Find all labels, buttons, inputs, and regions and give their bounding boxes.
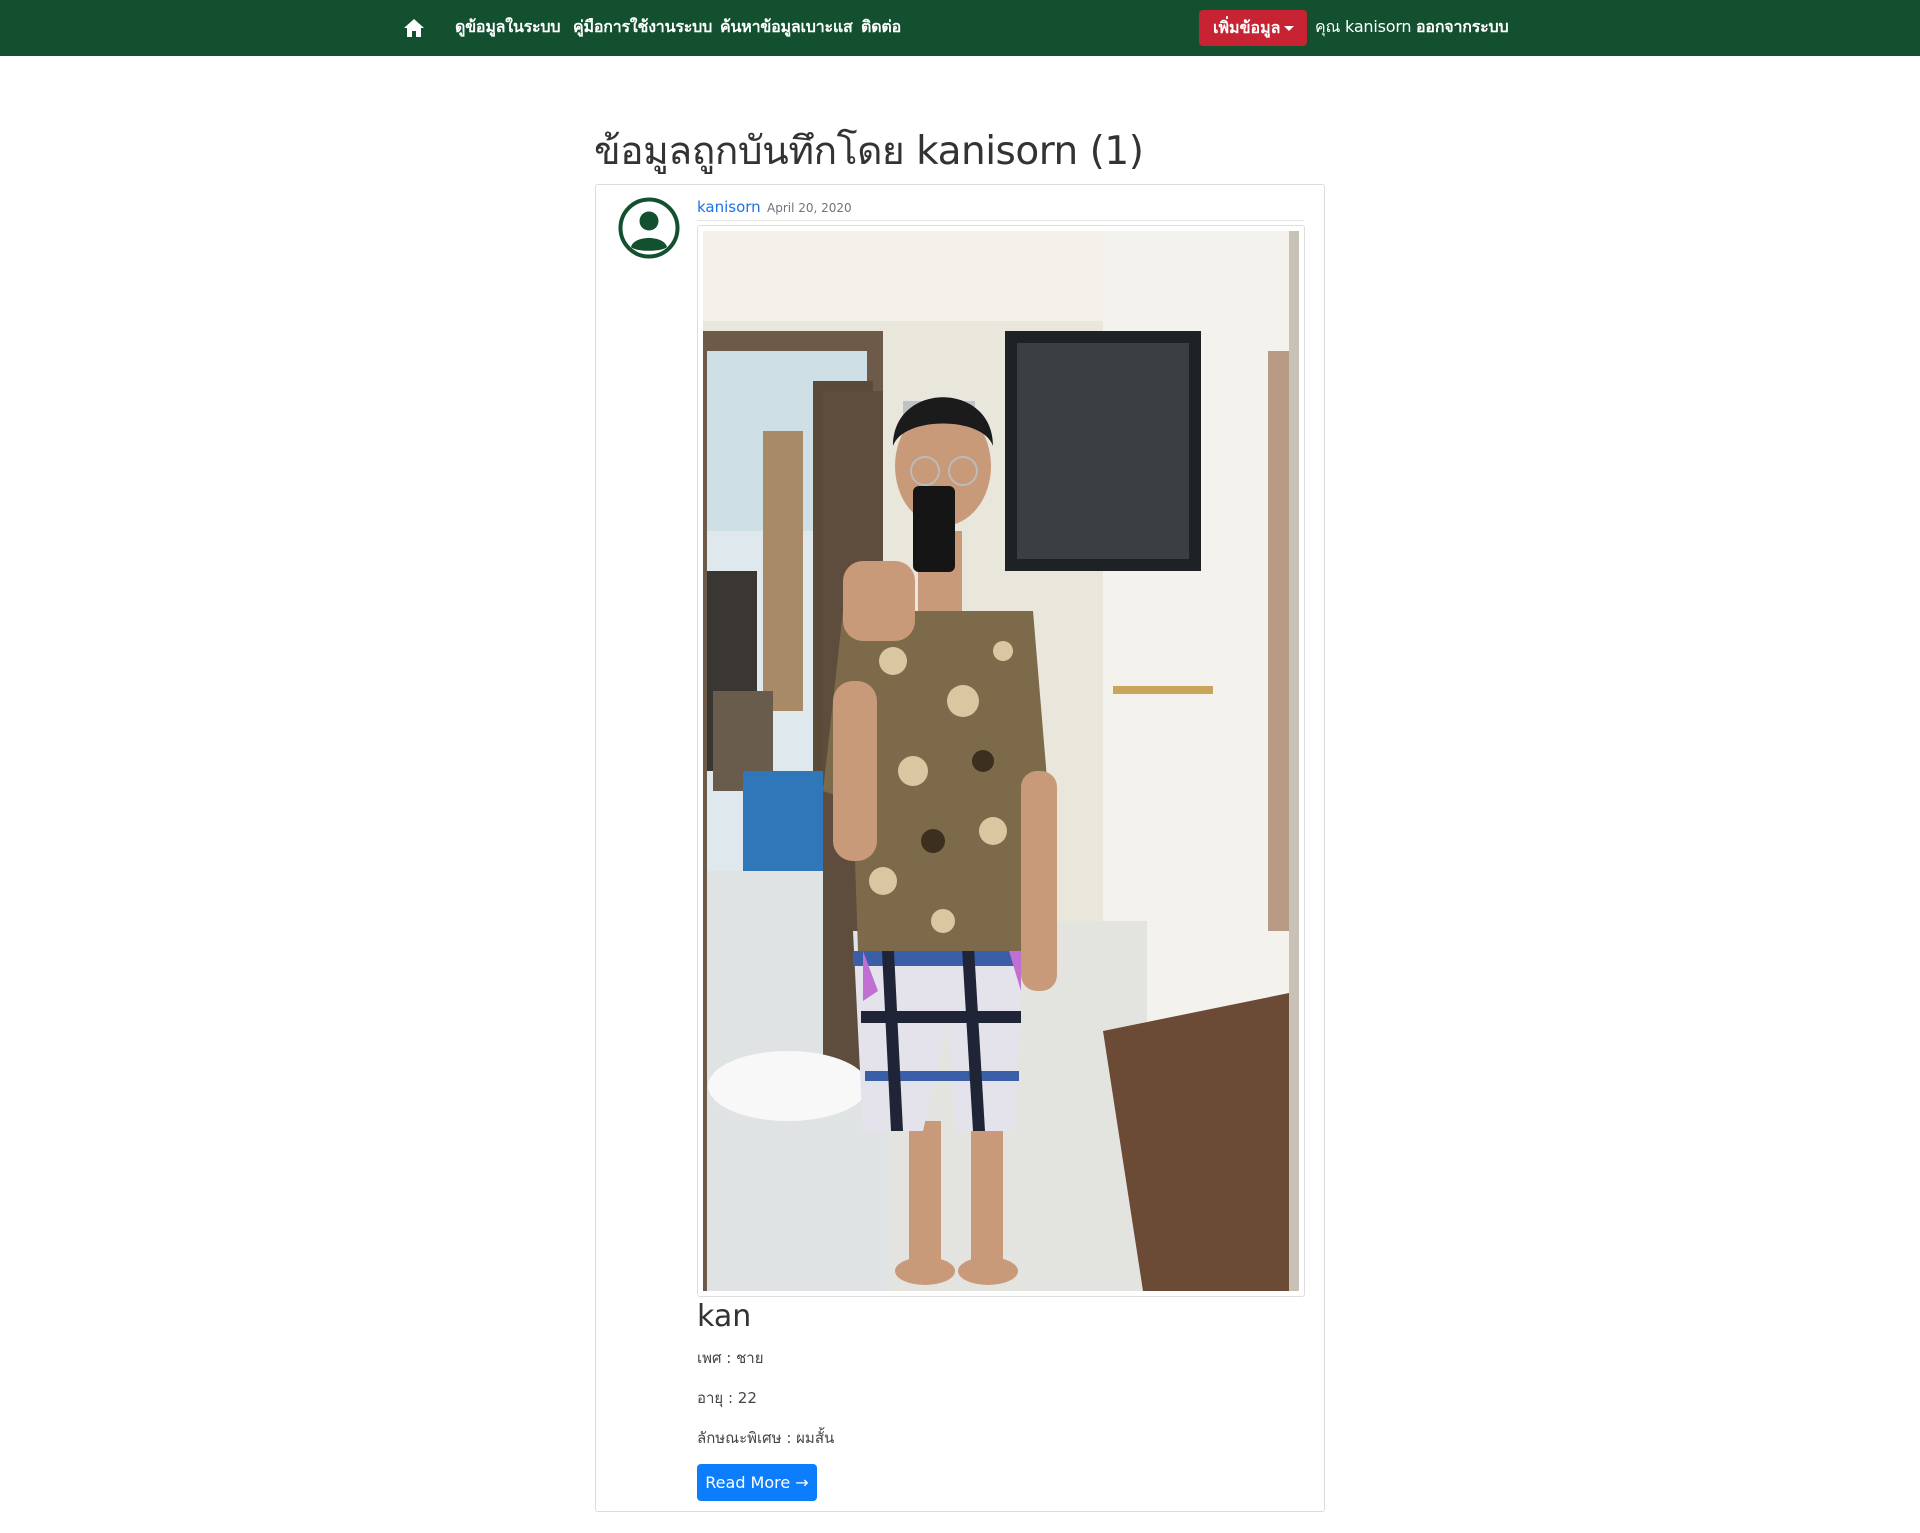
caret-down-icon bbox=[1284, 26, 1294, 31]
nav-search-clues[interactable]: ค้นหาข้อมูลเบาะแส bbox=[720, 15, 853, 40]
user-circle-icon bbox=[618, 197, 680, 259]
nav-logout[interactable]: ออกจากระบบ bbox=[1416, 15, 1509, 40]
gender-text: เพศ : ชาย bbox=[697, 1349, 764, 1367]
page-title: ข้อมูลถูกบันทึกโดย kanisorn (1) bbox=[594, 129, 1144, 174]
person-name: kan bbox=[697, 1299, 752, 1334]
add-data-dropdown-button[interactable]: เพิ่มข้อมูล bbox=[1199, 10, 1307, 46]
feature-text: ลักษณะพิเศษ : ผมสั้น bbox=[697, 1429, 835, 1447]
mirror-selfie-photo[interactable] bbox=[697, 225, 1305, 1297]
post-author-link[interactable]: kanisorn bbox=[697, 198, 761, 216]
read-more-button[interactable]: Read More → bbox=[697, 1464, 817, 1501]
photo-image bbox=[703, 231, 1299, 1291]
post-date: April 20, 2020 bbox=[767, 201, 852, 215]
top-navbar: ดูข้อมูลในระบบ คู่มือการใช้งานระบบ ค้นหา… bbox=[0, 0, 1920, 56]
nav-view-data[interactable]: ดูข้อมูลในระบบ bbox=[455, 15, 561, 40]
age-text: อายุ : 22 bbox=[697, 1389, 757, 1407]
divider bbox=[697, 220, 1304, 221]
nav-contact[interactable]: ติดต่อ bbox=[861, 15, 901, 40]
nav-user[interactable]: คุณ kanisorn bbox=[1315, 15, 1412, 40]
add-data-label: เพิ่มข้อมูล bbox=[1213, 18, 1281, 37]
home-icon[interactable] bbox=[403, 17, 425, 39]
nav-manual[interactable]: คู่มือการใช้งานระบบ bbox=[573, 15, 712, 40]
